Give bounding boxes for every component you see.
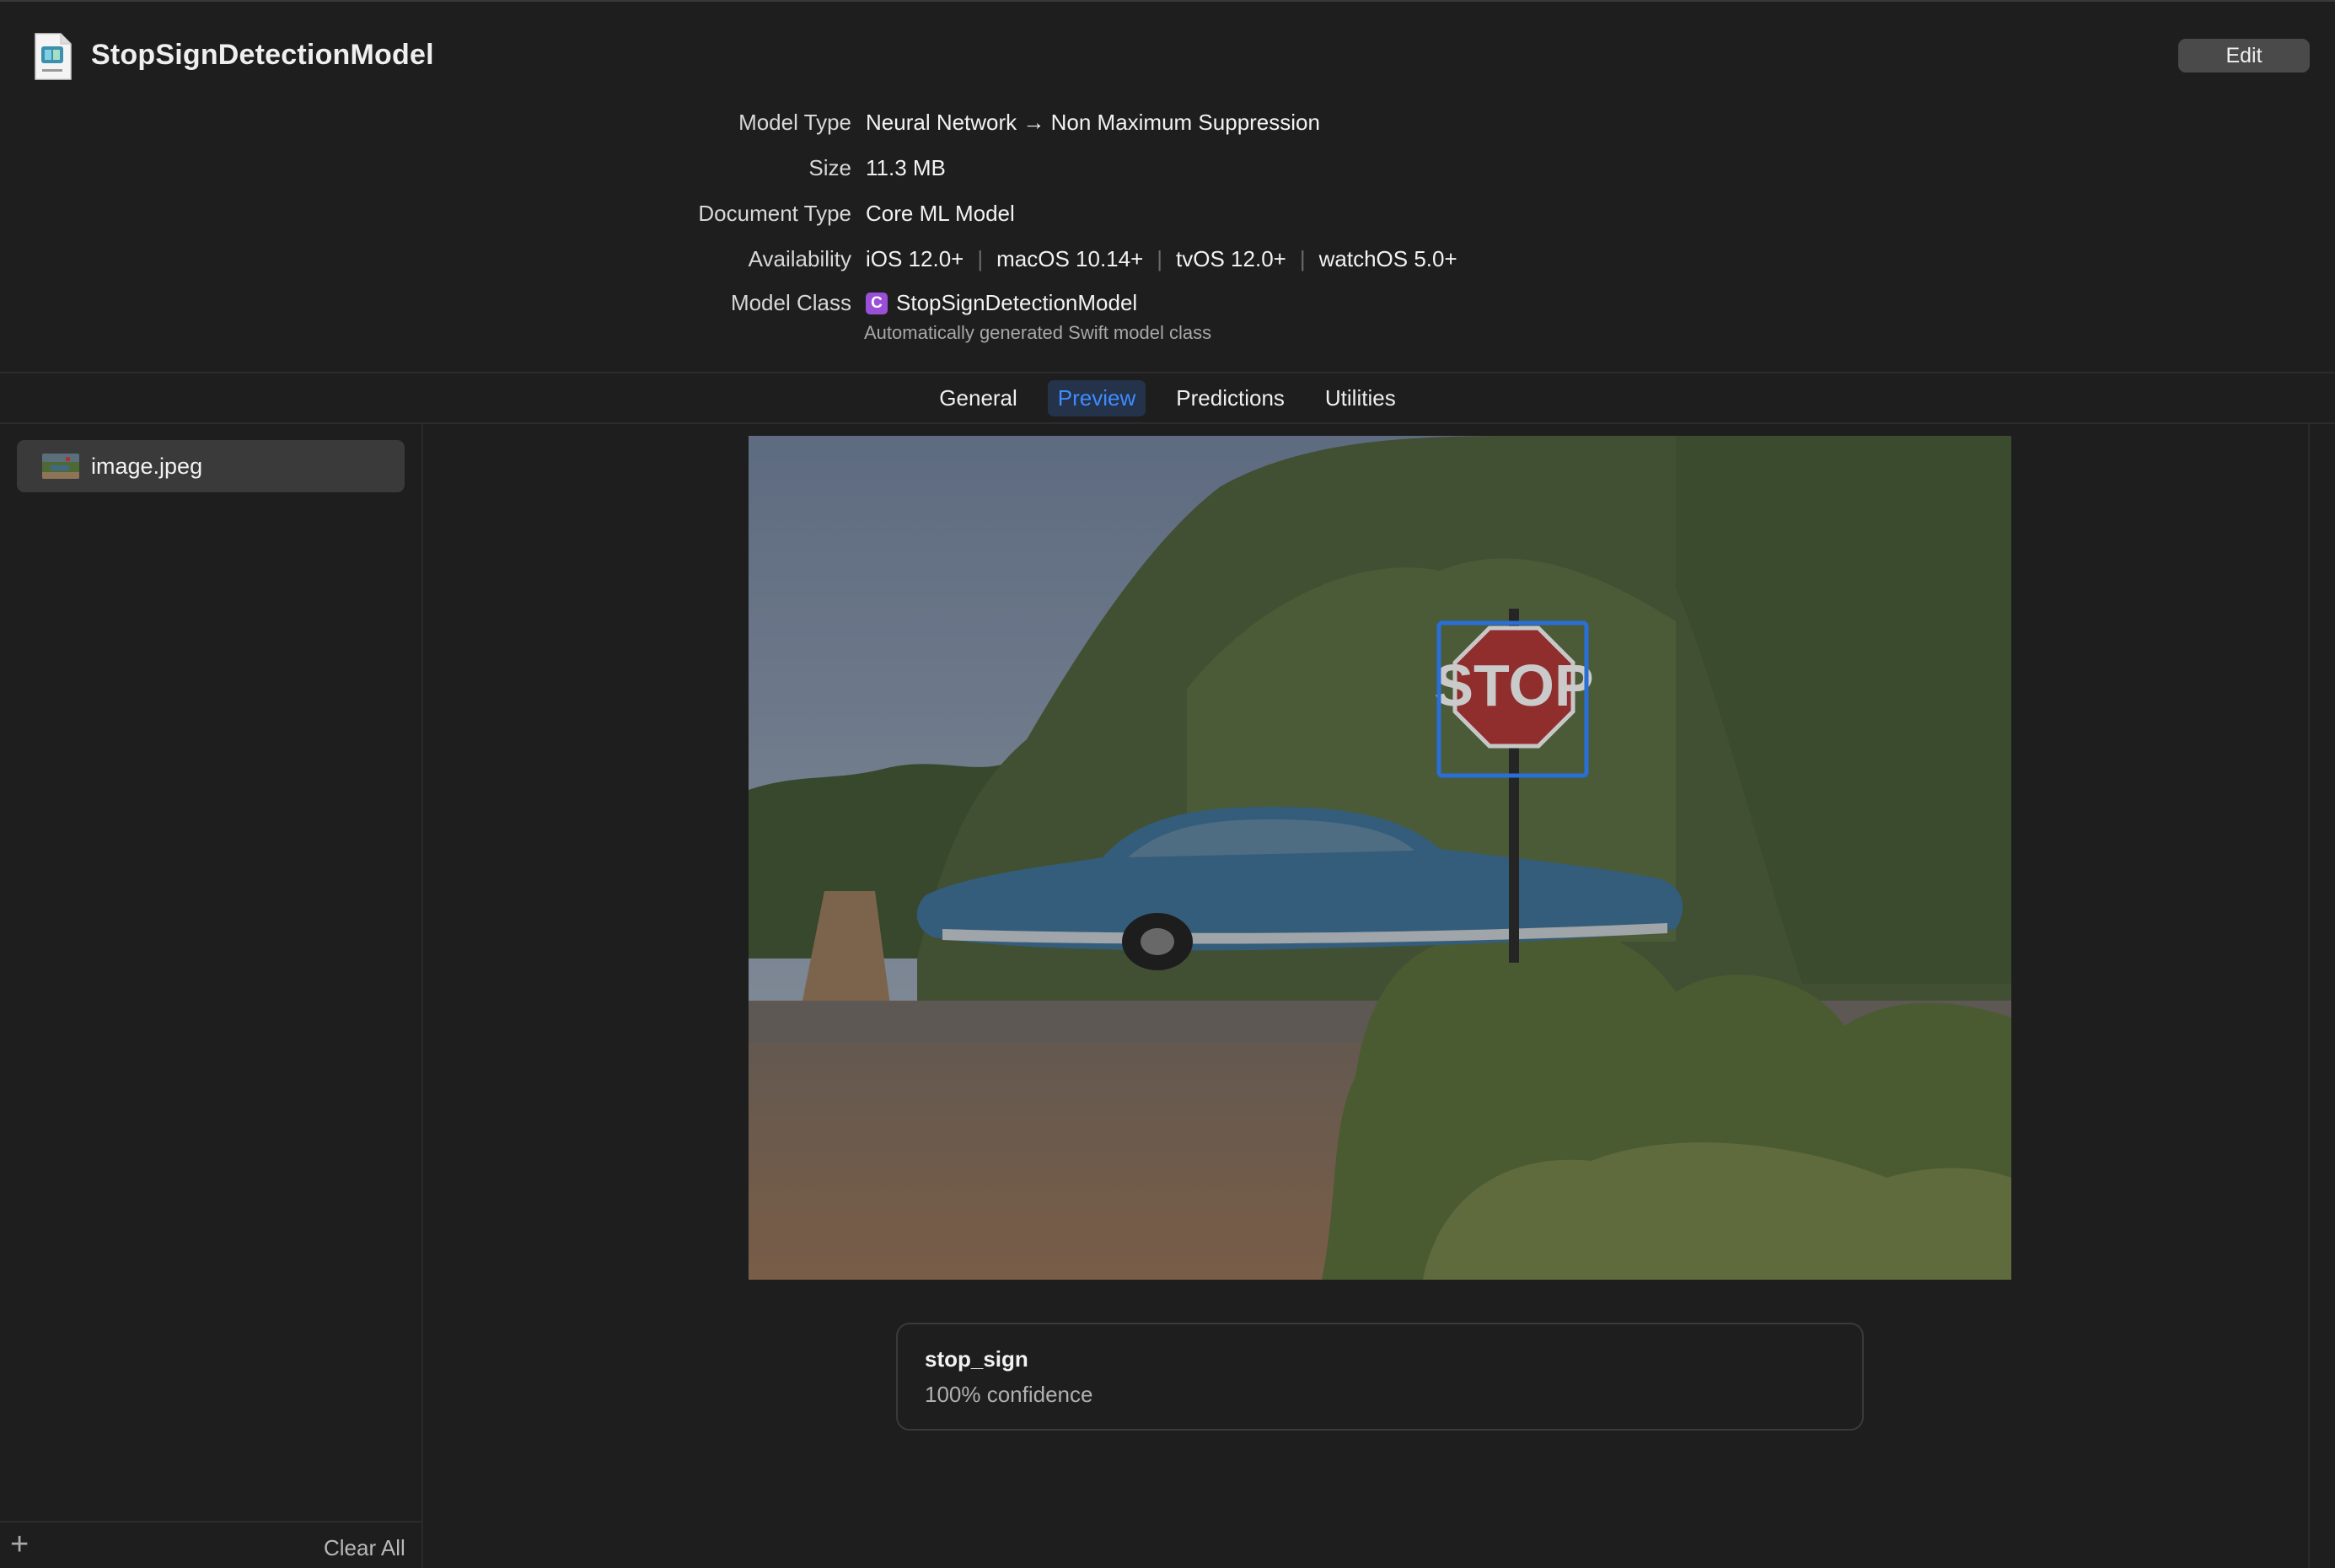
document-type-label: Document Type bbox=[698, 201, 851, 226]
clear-all-button[interactable]: Clear All bbox=[324, 1535, 405, 1561]
meta-row-size: Size 11.3 MB bbox=[0, 155, 2335, 189]
availability-tvos: tvOS 12.0+ bbox=[1176, 246, 1286, 271]
tab-bar: General Preview Predictions Utilities bbox=[0, 373, 2335, 422]
model-header: StopSignDetectionModel Edit Model Type N… bbox=[0, 2, 2335, 373]
availability-list: iOS 12.0+ | macOS 10.14+ | tvOS 12.0+ | … bbox=[866, 246, 1457, 272]
preview-image: STOP bbox=[749, 436, 2011, 1280]
availability-ios: iOS 12.0+ bbox=[866, 246, 964, 271]
document-type-value: Core ML Model bbox=[866, 201, 1015, 226]
input-sidebar: image.jpeg + Clear All bbox=[0, 424, 421, 1568]
edit-button[interactable]: Edit bbox=[2178, 39, 2310, 72]
tab-general[interactable]: General bbox=[929, 380, 1028, 416]
meta-row-model-class: Model Class C StopSignDetectionModel bbox=[0, 290, 2335, 324]
prediction-label: stop_sign bbox=[925, 1346, 1028, 1372]
tab-predictions[interactable]: Predictions bbox=[1166, 380, 1295, 416]
model-class-note: Automatically generated Swift model clas… bbox=[864, 322, 1212, 343]
prediction-confidence: 100% confidence bbox=[925, 1382, 1093, 1407]
model-class-label: Model Class bbox=[730, 290, 851, 315]
availability-watchos: watchOS 5.0+ bbox=[1318, 246, 1457, 271]
model-type-label: Model Type bbox=[738, 110, 851, 135]
meta-row-document-type: Document Type Core ML Model bbox=[0, 201, 2335, 234]
size-label: Size bbox=[808, 155, 851, 180]
availability-macos: macOS 10.14+ bbox=[996, 246, 1144, 271]
sidebar-item-label: image.jpeg bbox=[91, 453, 203, 479]
model-type-value: Neural Network → Non Maximum Suppression bbox=[866, 110, 1320, 135]
plus-icon[interactable]: + bbox=[10, 1528, 29, 1560]
mlmodel-file-icon bbox=[35, 33, 72, 80]
sidebar-divider bbox=[421, 424, 423, 1568]
meta-row-availability: Availability iOS 12.0+ | macOS 10.14+ | … bbox=[0, 246, 2335, 280]
swift-class-icon: C bbox=[866, 292, 888, 314]
size-value: 11.3 MB bbox=[866, 155, 946, 180]
separator: | bbox=[977, 246, 984, 271]
scroll-gutter bbox=[2308, 424, 2310, 1568]
availability-label: Availability bbox=[748, 246, 851, 271]
prediction-result-card: stop_sign 100% confidence bbox=[896, 1323, 1864, 1431]
tab-preview[interactable]: Preview bbox=[1047, 379, 1146, 416]
separator: | bbox=[1299, 246, 1306, 271]
image-thumbnail-icon bbox=[42, 454, 79, 479]
tab-utilities[interactable]: Utilities bbox=[1315, 380, 1406, 416]
sidebar-footer-divider bbox=[0, 1521, 421, 1522]
sidebar-item-image[interactable]: image.jpeg bbox=[17, 440, 405, 492]
meta-row-model-type: Model Type Neural Network → Non Maximum … bbox=[0, 110, 2335, 143]
separator: | bbox=[1157, 246, 1163, 271]
model-class-value: StopSignDetectionModel bbox=[896, 290, 1138, 315]
document-title: StopSignDetectionModel bbox=[91, 39, 434, 71]
model-class-link[interactable]: C StopSignDetectionModel bbox=[866, 290, 1137, 316]
